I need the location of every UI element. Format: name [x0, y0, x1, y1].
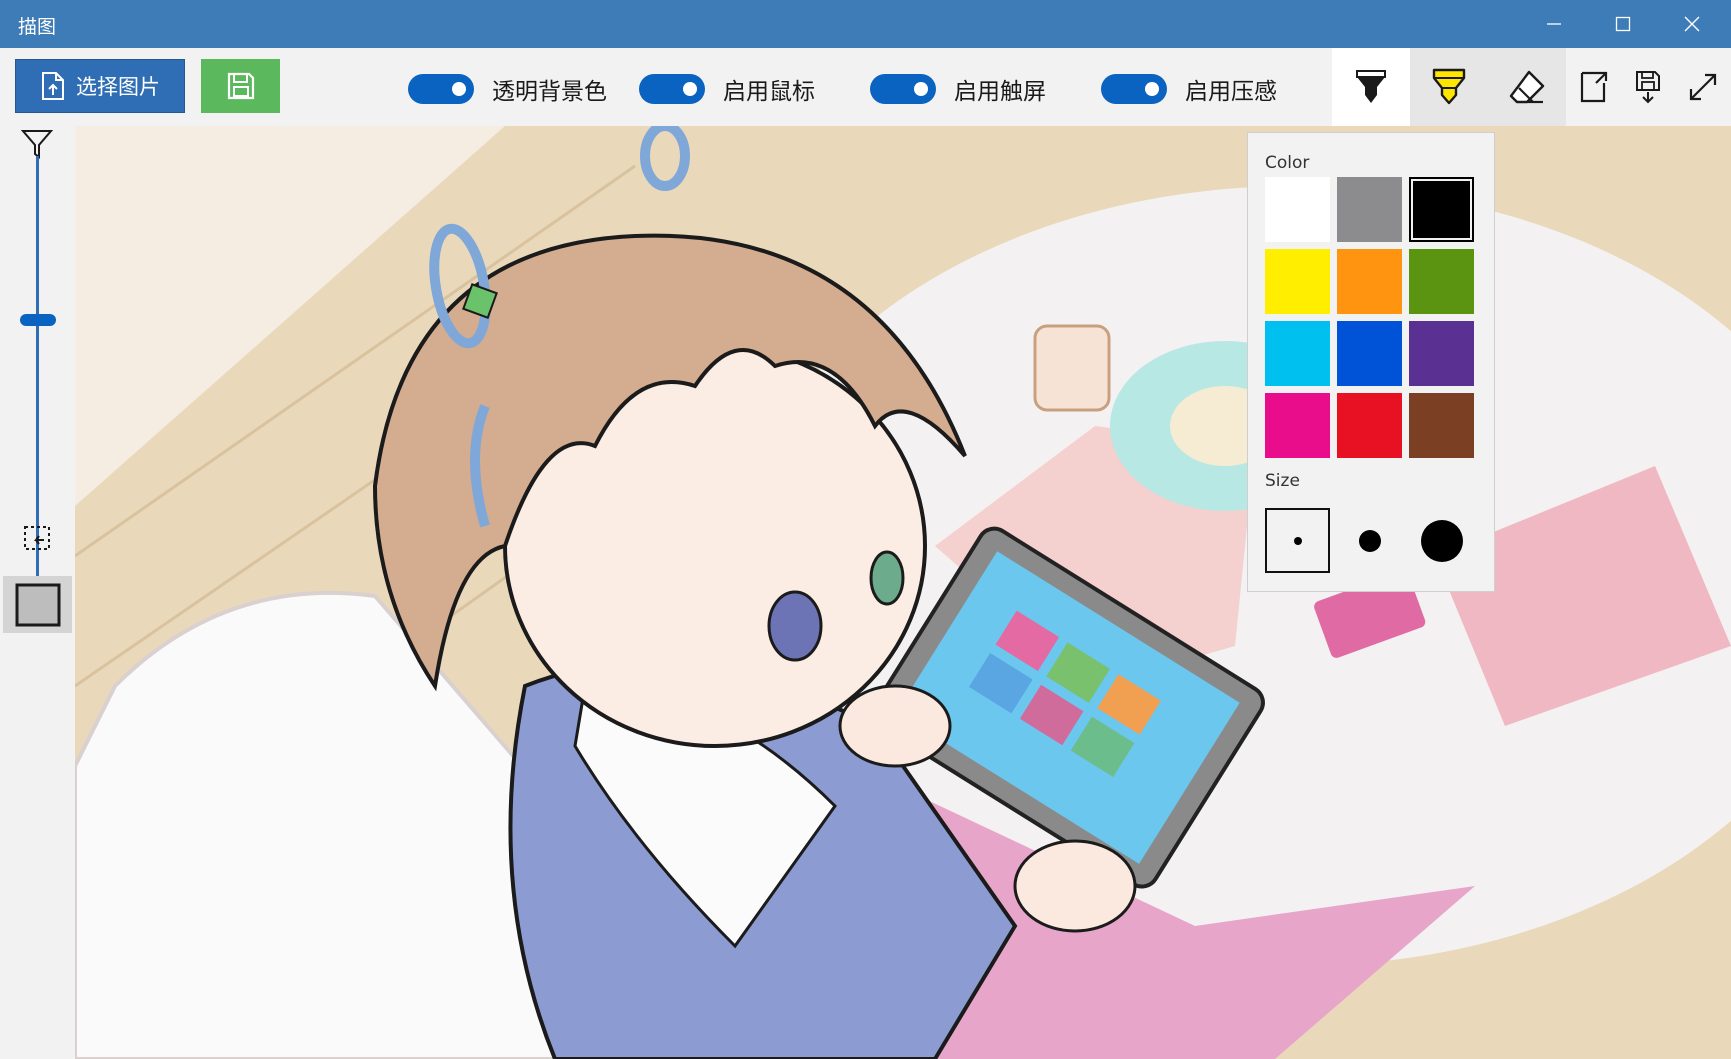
toggle-label: 透明背景色 [492, 79, 607, 105]
select-image-button[interactable]: 选择图片 [15, 59, 185, 113]
color-swatch[interactable] [1409, 321, 1474, 386]
color-swatch[interactable] [1265, 321, 1330, 386]
filter-icon [21, 130, 53, 159]
toggle-label: 启用触屏 [954, 79, 1046, 105]
close-icon [1684, 16, 1700, 32]
export-icon [1580, 71, 1608, 103]
toggle-switch[interactable] [1101, 74, 1167, 104]
color-swatch[interactable] [1409, 249, 1474, 314]
minimize-icon [1547, 23, 1561, 25]
color-swatch[interactable] [1265, 393, 1330, 458]
highlighter-tool-button[interactable] [1410, 48, 1488, 126]
title-bar: 描图 [0, 0, 1731, 48]
size-medium-button[interactable] [1337, 508, 1402, 573]
color-size-panel: Color Size [1247, 132, 1495, 592]
minimize-button[interactable] [1520, 0, 1588, 48]
size-medium-dot [1358, 529, 1381, 552]
fullscreen-icon [1689, 73, 1716, 101]
color-swatch[interactable] [1265, 177, 1330, 242]
toggle-enable-mouse[interactable]: 启用鼠标 [639, 72, 815, 106]
export-button[interactable] [1566, 48, 1622, 126]
save-button[interactable] [201, 59, 280, 113]
color-swatch[interactable] [1265, 249, 1330, 314]
left-sidebar [0, 126, 75, 1059]
toggle-enable-touch[interactable]: 启用触屏 [870, 72, 1046, 106]
maximize-button[interactable] [1589, 0, 1657, 48]
color-swatch[interactable] [1409, 393, 1474, 458]
size-large-button[interactable] [1409, 508, 1474, 573]
highlighter-icon [1432, 68, 1466, 105]
color-swatch[interactable] [1409, 177, 1474, 242]
pen-tool-button[interactable] [1332, 48, 1410, 126]
color-swatch[interactable] [1337, 249, 1402, 314]
size-small-dot [1293, 536, 1302, 545]
size-small-button[interactable] [1265, 508, 1330, 573]
select-image-label: 选择图片 [76, 75, 160, 99]
toggle-switch[interactable] [639, 74, 705, 104]
toggle-transparent-background[interactable]: 透明背景色 [408, 72, 607, 106]
save-to-file-button[interactable] [1622, 48, 1674, 126]
save-down-icon [1636, 71, 1660, 104]
color-label: Color [1265, 153, 1310, 173]
color-swatch[interactable] [1337, 321, 1402, 386]
size-label: Size [1265, 471, 1300, 491]
open-file-icon [42, 72, 64, 100]
eraser-icon [1509, 70, 1545, 104]
close-button[interactable] [1658, 0, 1726, 48]
fullscreen-button[interactable] [1674, 48, 1731, 126]
rectangle-icon [15, 583, 61, 627]
toggle-label: 启用鼠标 [723, 79, 815, 105]
pen-icon [1356, 70, 1386, 103]
toggle-switch[interactable] [408, 74, 474, 104]
toggle-switch[interactable] [870, 74, 936, 104]
toolbar: 选择图片 透明背景色 启用鼠标 启用触屏 启用压感 [0, 48, 1731, 126]
maximize-icon [1615, 16, 1631, 32]
eraser-tool-button[interactable] [1488, 48, 1566, 126]
size-large-dot [1420, 519, 1463, 562]
save-icon [227, 72, 254, 100]
toggle-enable-pressure[interactable]: 启用压感 [1101, 72, 1277, 106]
rectangle-tool-button[interactable] [3, 576, 72, 633]
slider-thumb[interactable] [20, 314, 56, 326]
toggle-label: 启用压感 [1185, 79, 1277, 105]
color-swatch[interactable] [1337, 177, 1402, 242]
window-title: 描图 [18, 16, 57, 38]
crop-icon[interactable] [22, 522, 54, 554]
color-swatch[interactable] [1337, 393, 1402, 458]
